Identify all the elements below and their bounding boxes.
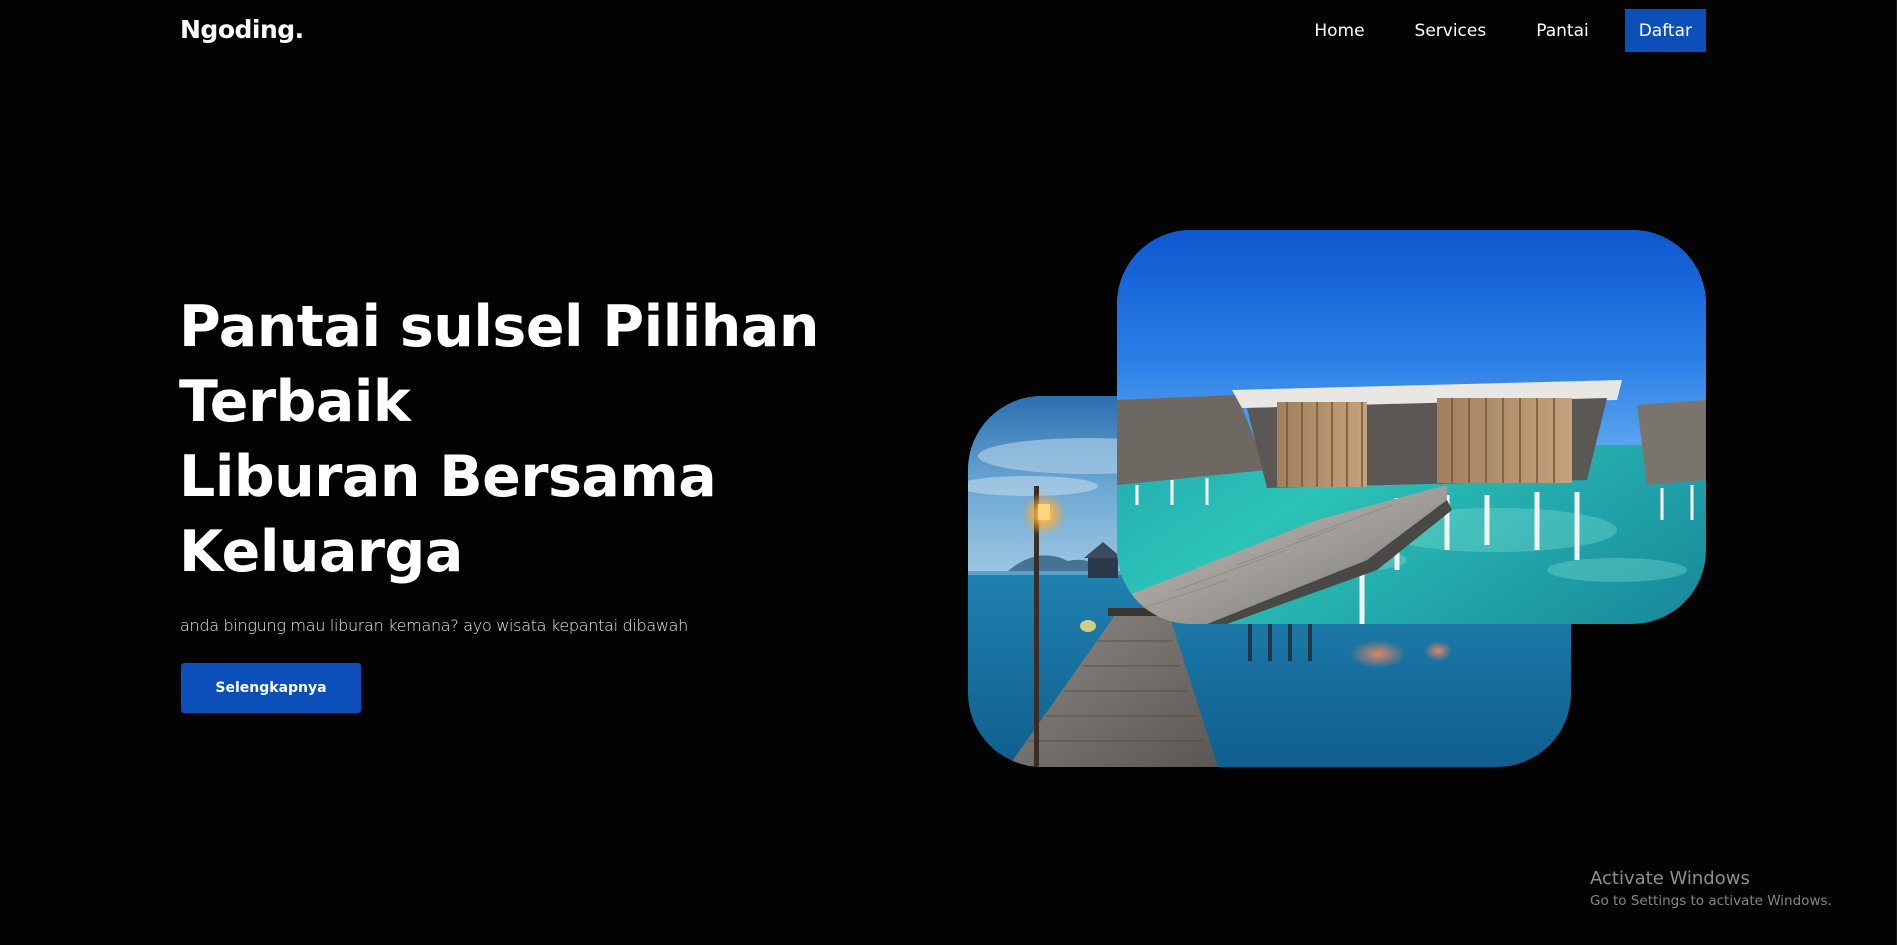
nav-link-services[interactable]: Services: [1415, 21, 1487, 41]
hero-title-line-2: Terbaik: [179, 369, 411, 435]
hero-title-line-1: Pantai sulsel Pilihan: [179, 294, 819, 360]
nav-links: Home Services Pantai Daftar: [1264, 9, 1706, 52]
nav-link-pantai[interactable]: Pantai: [1536, 21, 1589, 41]
daftar-button[interactable]: Daftar: [1624, 9, 1706, 52]
hero-title: Pantai sulsel Pilihan Terbaik Liburan Be…: [179, 290, 829, 590]
selengkapnya-button[interactable]: Selengkapnya: [181, 663, 361, 713]
nav-link-home[interactable]: Home: [1314, 21, 1364, 41]
hero-title-line-3: Liburan Bersama: [179, 444, 717, 510]
watermark-title: Activate Windows: [1590, 868, 1750, 889]
navbar: Ngoding. Home Services Pantai Daftar: [0, 0, 1897, 62]
windows-activation-watermark: Activate Windows Go to Settings to activ…: [1590, 868, 1832, 909]
hero-subtitle: anda bingung mau liburan kemana? ayo wis…: [180, 616, 689, 635]
overwater-villa-image: [1117, 230, 1706, 624]
hero-title-line-4: Keluarga: [179, 519, 463, 585]
page: Ngoding. Home Services Pantai Daftar Pan…: [0, 0, 1897, 945]
watermark-subtitle: Go to Settings to activate Windows.: [1590, 893, 1832, 909]
brand-logo[interactable]: Ngoding.: [180, 15, 304, 44]
